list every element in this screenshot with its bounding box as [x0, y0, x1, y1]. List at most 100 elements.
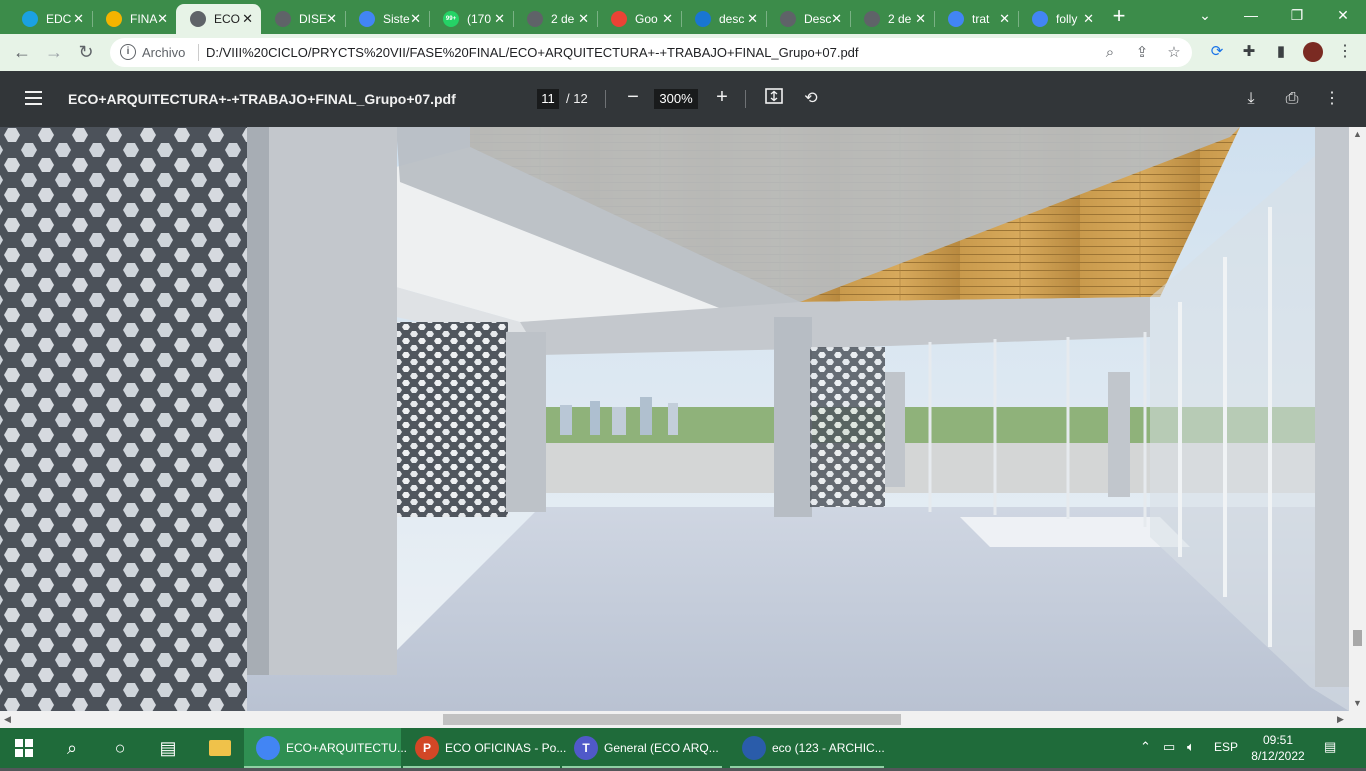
scroll-up-arrow-icon[interactable]: ▲ [1353, 129, 1362, 139]
file-explorer-icon[interactable] [196, 728, 244, 768]
fit-to-page-icon[interactable] [763, 88, 785, 110]
extensions-puzzle-icon[interactable]: ✚ [1238, 41, 1260, 63]
address-bar[interactable]: i Archivo D:/VIII%20CICLO/PRYCTS%20VII/F… [110, 38, 1192, 67]
tab-title: Goo [635, 12, 658, 26]
browser-tab[interactable]: Desc ✕ [766, 4, 850, 34]
extension-sync-icon[interactable]: ⟳ [1206, 41, 1228, 63]
close-tab-icon[interactable]: ✕ [747, 11, 758, 27]
taskbar-app[interactable]: T General (ECO ARQ... [562, 728, 722, 768]
browser-tab[interactable]: EDC ✕ [8, 4, 92, 34]
browser-tab[interactable]: ECO ✕ [176, 4, 261, 34]
page-total: / 12 [566, 91, 588, 106]
globe-icon [190, 11, 206, 27]
battery-icon[interactable]: ▭ [1163, 739, 1175, 755]
taskbar-app-label: eco (123 - ARCHIC... [772, 741, 885, 755]
reload-icon[interactable]: ↻ [74, 41, 98, 65]
browser-tab[interactable]: 2 de ✕ [513, 4, 597, 34]
horizontal-scrollbar[interactable]: ◀ ▶ [0, 711, 1366, 728]
close-tab-icon[interactable]: ✕ [157, 11, 168, 27]
cortana-icon[interactable]: ○ [96, 728, 144, 768]
pdf-page-view[interactable] [0, 127, 1349, 711]
tab-search-button[interactable]: ⌄ [1182, 0, 1228, 32]
close-tab-icon[interactable]: ✕ [494, 11, 505, 27]
close-tab-icon[interactable]: ✕ [662, 11, 673, 27]
tab-title: FINA [130, 12, 158, 26]
info-icon[interactable]: i [120, 44, 136, 60]
search-icon[interactable]: ⌕ [48, 728, 96, 768]
scroll-down-arrow-icon[interactable]: ▼ [1353, 698, 1362, 708]
close-tab-icon[interactable]: ✕ [915, 11, 926, 27]
back-arrow-icon[interactable]: ← [10, 41, 34, 65]
close-tab-icon[interactable]: ✕ [999, 11, 1010, 27]
browser-tab[interactable]: FINA ✕ [92, 4, 176, 34]
scroll-left-arrow-icon[interactable]: ◀ [4, 714, 11, 725]
zoom-level-input[interactable]: 300% [654, 89, 698, 109]
tab-title: Desc [804, 12, 832, 26]
bookmark-star-icon[interactable]: ☆ [1164, 43, 1184, 63]
browser-tab-strip: EDC ✕ FINA ✕ ECO ✕ DISE ✕ Siste ✕ 99+ (170 ✕ 2 de ✕ Goo… [0, 0, 1366, 34]
close-window-button[interactable]: ✕ [1320, 0, 1366, 32]
whatsapp-icon: 99+ [443, 11, 459, 27]
horizontal-scroll-thumb[interactable] [443, 714, 901, 725]
volume-icon[interactable]: 🔈︎ [1187, 739, 1195, 755]
new-tab-button[interactable]: + [1108, 5, 1130, 28]
close-tab-icon[interactable]: ✕ [410, 11, 421, 27]
browser-tab[interactable]: 2 de ✕ [850, 4, 934, 34]
powerpoint-icon: P [415, 736, 439, 760]
minimize-button[interactable]: — [1228, 0, 1274, 32]
browser-tab[interactable]: 99+ (170 ✕ [429, 4, 513, 34]
download-icon [780, 11, 796, 27]
tab-title: folly [1056, 12, 1078, 26]
task-view-icon[interactable]: ▤ [144, 728, 192, 768]
browser-tab[interactable]: folly ✕ [1018, 4, 1102, 34]
close-tab-icon[interactable]: ✕ [326, 11, 337, 27]
show-hidden-icons-icon[interactable]: ⌃ [1140, 739, 1151, 755]
language-indicator[interactable]: ESP [1214, 740, 1238, 754]
forward-arrow-icon[interactable]: → [42, 41, 66, 65]
chrome-menu-icon[interactable]: ⋮ [1334, 41, 1356, 63]
taskbar-app[interactable]: eco (123 - ARCHIC... [730, 728, 885, 768]
download-icon[interactable]: ⤓ [1240, 88, 1262, 110]
page-number-input[interactable]: 11 [537, 89, 559, 109]
vertical-scrollbar[interactable]: ▲ ▼ [1349, 127, 1366, 711]
taskbar-app-label: General (ECO ARQ... [604, 741, 719, 755]
clock-date: 8/12/2022 [1251, 749, 1305, 763]
close-tab-icon[interactable]: ✕ [831, 11, 842, 27]
taskbar-app[interactable]: ECO+ARQUITECTU... [244, 728, 407, 768]
wave-icon [695, 11, 711, 27]
file-chip: Archivo [142, 45, 186, 60]
rotate-icon[interactable]: ⟲ [800, 88, 822, 110]
close-tab-icon[interactable]: ✕ [73, 11, 84, 27]
close-tab-icon[interactable]: ✕ [1083, 11, 1094, 27]
profile-avatar[interactable] [1302, 41, 1324, 63]
scroll-right-arrow-icon[interactable]: ▶ [1337, 714, 1344, 725]
close-tab-icon[interactable]: ✕ [242, 11, 253, 27]
tab-title: 2 de [551, 12, 575, 26]
tab-title: trat [972, 12, 990, 26]
url-text[interactable]: D:/VIII%20CICLO/PRYCTS%20VII/FASE%20FINA… [206, 45, 859, 60]
browser-tab[interactable]: desc ✕ [681, 4, 766, 34]
notifications-icon[interactable]: ▤ [1324, 739, 1336, 755]
clock[interactable]: 09:51 8/12/2022 [1250, 732, 1306, 764]
vertical-scroll-thumb[interactable] [1353, 630, 1362, 646]
print-icon[interactable]: ⎙ [1281, 88, 1303, 110]
browser-tab[interactable]: DISE ✕ [261, 4, 345, 34]
zoom-magnifier-icon[interactable]: ⌕ [1100, 43, 1120, 63]
share-icon[interactable]: ⇪ [1132, 43, 1152, 63]
zoom-out-button[interactable]: − [622, 87, 644, 109]
clock-time: 09:51 [1262, 733, 1294, 747]
close-tab-icon[interactable]: ✕ [578, 11, 589, 27]
windows-start-icon[interactable] [0, 728, 48, 768]
browser-tab[interactable]: Siste ✕ [345, 4, 429, 34]
tab-title: desc [719, 12, 745, 26]
google-icon [948, 11, 964, 27]
restore-button[interactable]: ❐ [1274, 0, 1320, 32]
browser-tab[interactable]: trat ✕ [934, 4, 1018, 34]
google-icon [1032, 11, 1048, 27]
hamburger-menu-icon[interactable] [25, 91, 42, 105]
side-panel-icon[interactable]: ▮ [1270, 41, 1292, 63]
zoom-in-button[interactable]: + [711, 87, 733, 109]
browser-tab[interactable]: Goo ✕ [597, 4, 681, 34]
taskbar-app[interactable]: P ECO OFICINAS - Po... [403, 728, 566, 768]
more-options-icon[interactable]: ⋮ [1321, 88, 1343, 110]
